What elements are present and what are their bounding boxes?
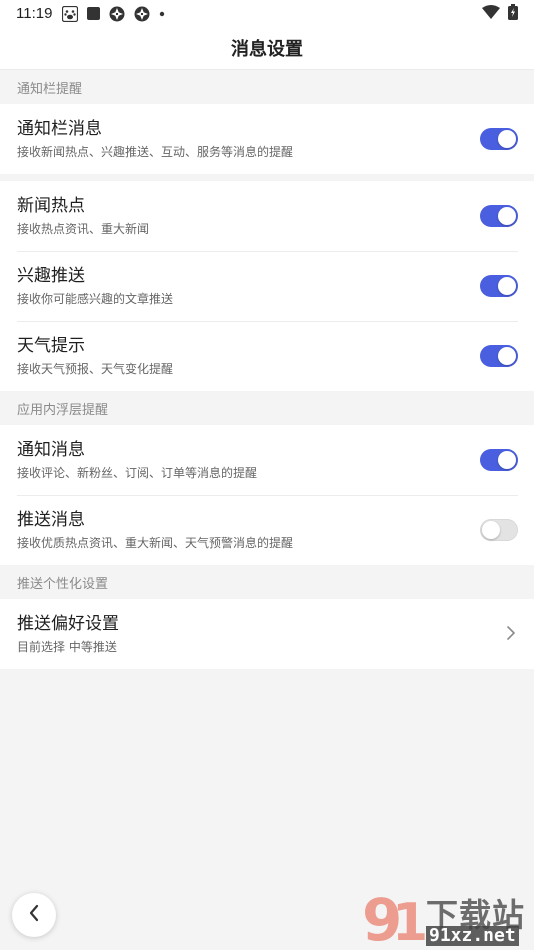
watermark-logo: 9 1 下载站 91xz.net xyxy=(362,886,528,950)
toggle-knob xyxy=(498,130,516,148)
section-header-in-app-overlay: 应用内浮层提醒 xyxy=(0,391,534,425)
group-push-personalization: 推送偏好设置 目前选择 中等推送 xyxy=(0,599,534,669)
weather-toggle[interactable] xyxy=(480,345,518,367)
setting-desc: 接收热点资讯、重大新闻 xyxy=(17,222,150,236)
notify-bar-toggle[interactable] xyxy=(480,128,518,150)
setting-title: 通知消息 xyxy=(17,440,85,460)
watermark-url: 91xz.net xyxy=(426,926,519,946)
setting-title: 推送消息 xyxy=(17,510,85,530)
status-time: 11:19 xyxy=(16,5,53,22)
setting-title: 兴趣推送 xyxy=(17,266,85,286)
paw-icon xyxy=(62,5,79,22)
setting-desc: 接收天气预报、天气变化提醒 xyxy=(17,362,174,376)
interest-push-toggle[interactable] xyxy=(480,275,518,297)
toggle-knob xyxy=(498,451,516,469)
group-notification-categories: 新闻热点 接收热点资讯、重大新闻 兴趣推送 接收你可能感兴趣的文章推送 天气提示… xyxy=(0,181,534,391)
section-header-push-personalization: 推送个性化设置 xyxy=(0,565,534,599)
notify-msg-toggle[interactable] xyxy=(480,449,518,471)
section-header-notification-bar: 通知栏提醒 xyxy=(0,70,534,104)
aperture-icon xyxy=(134,6,150,22)
setting-desc: 接收评论、新粉丝、订阅、订单等消息的提醒 xyxy=(17,466,258,480)
toggle-knob xyxy=(498,277,516,295)
page-title: 消息设置 xyxy=(0,27,534,70)
wifi-icon xyxy=(482,4,500,23)
group-notification-bar: 通知栏消息 接收新闻热点、兴趣推送、互动、服务等消息的提醒 xyxy=(0,104,534,174)
status-bar: 11:19 xyxy=(0,0,534,27)
back-button[interactable] xyxy=(12,893,56,937)
setting-row-news-hot[interactable]: 新闻热点 接收热点资讯、重大新闻 xyxy=(0,181,534,251)
setting-row-weather[interactable]: 天气提示 接收天气预报、天气变化提醒 xyxy=(0,321,534,391)
chevron-right-icon xyxy=(506,624,516,645)
setting-title: 天气提示 xyxy=(17,336,85,356)
setting-row-push-pref[interactable]: 推送偏好设置 目前选择 中等推送 xyxy=(0,599,534,669)
setting-desc: 接收优质热点资讯、重大新闻、天气预警消息的提醒 xyxy=(17,536,294,550)
toggle-knob xyxy=(498,347,516,365)
toggle-knob xyxy=(482,521,500,539)
group-in-app-overlay: 通知消息 接收评论、新粉丝、订阅、订单等消息的提醒 推送消息 接收优质热点资讯、… xyxy=(0,425,534,565)
news-hot-toggle[interactable] xyxy=(480,205,518,227)
push-msg-toggle[interactable] xyxy=(480,519,518,541)
setting-title: 新闻热点 xyxy=(17,196,85,216)
setting-row-notify-bar[interactable]: 通知栏消息 接收新闻热点、兴趣推送、互动、服务等消息的提醒 xyxy=(0,104,534,174)
chevron-left-icon xyxy=(28,904,40,926)
divider xyxy=(0,174,534,181)
battery-icon xyxy=(508,3,518,24)
setting-title: 通知栏消息 xyxy=(17,119,102,139)
toggle-knob xyxy=(498,207,516,225)
setting-desc: 目前选择 中等推送 xyxy=(17,640,117,654)
svg-text:1: 1 xyxy=(392,893,428,948)
setting-desc: 接收你可能感兴趣的文章推送 xyxy=(17,292,174,306)
setting-title: 推送偏好设置 xyxy=(17,614,119,634)
aperture-icon xyxy=(109,6,125,22)
setting-row-push-msg[interactable]: 推送消息 接收优质热点资讯、重大新闻、天气预警消息的提醒 xyxy=(0,495,534,565)
setting-row-notify-msg[interactable]: 通知消息 接收评论、新粉丝、订阅、订单等消息的提醒 xyxy=(0,425,534,495)
square-icon xyxy=(87,7,101,20)
setting-row-interest-push[interactable]: 兴趣推送 接收你可能感兴趣的文章推送 xyxy=(0,251,534,321)
setting-desc: 接收新闻热点、兴趣推送、互动、服务等消息的提醒 xyxy=(17,145,294,159)
dot-icon xyxy=(159,11,165,17)
